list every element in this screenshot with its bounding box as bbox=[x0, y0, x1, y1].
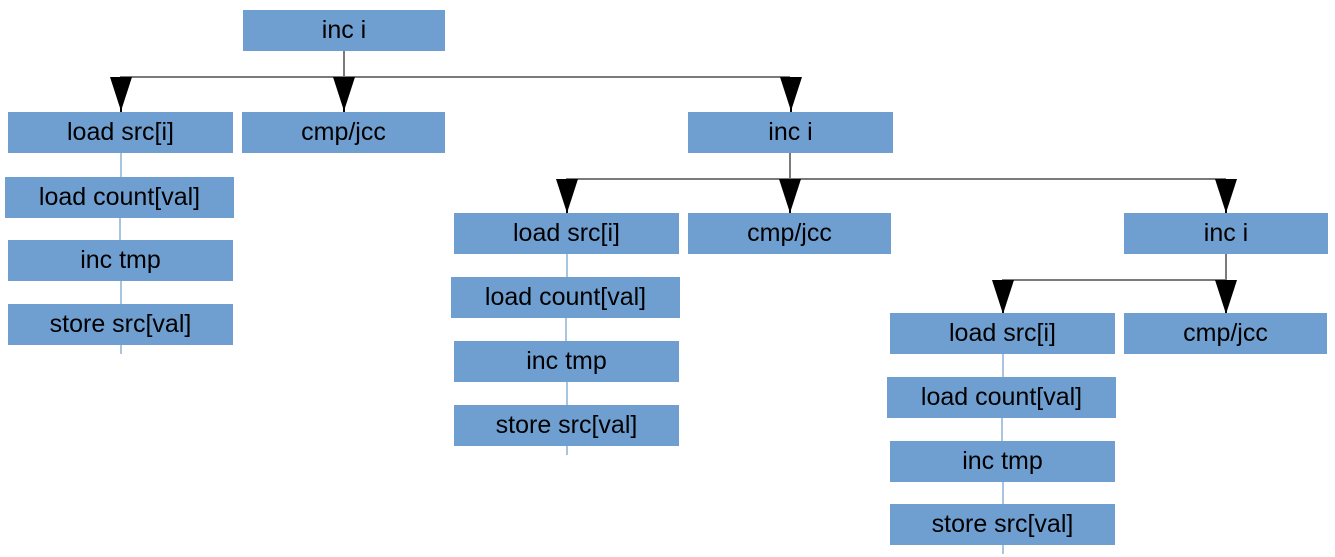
node-label: store src[val] bbox=[495, 411, 638, 439]
node-cmp-jcc[interactable]: cmp/jcc bbox=[242, 112, 445, 153]
node-store-src-val[interactable]: store src[val] bbox=[454, 405, 679, 446]
node-load-src-i[interactable]: load src[i] bbox=[454, 213, 679, 254]
node-label: inc tmp bbox=[526, 347, 607, 375]
node-store-src-val[interactable]: store src[val] bbox=[8, 304, 233, 345]
node-inc-tmp[interactable]: inc tmp bbox=[8, 240, 233, 281]
node-inc-tmp[interactable]: inc tmp bbox=[454, 341, 679, 382]
node-label: store src[val] bbox=[49, 310, 192, 338]
node-inc-i[interactable]: inc i bbox=[1124, 213, 1328, 254]
node-load-src-i[interactable]: load src[i] bbox=[890, 313, 1115, 354]
node-label: load count[val] bbox=[38, 183, 201, 211]
node-label: cmp/jcc bbox=[1183, 319, 1268, 347]
node-label: inc tmp bbox=[80, 246, 161, 274]
node-label: cmp/jcc bbox=[301, 118, 386, 146]
node-inc-tmp[interactable]: inc tmp bbox=[890, 441, 1115, 482]
unrolled-loop-tree-diagram: inc i load src[i] load count[val] inc tmp st… bbox=[0, 0, 1335, 557]
branch-edge-group bbox=[992, 254, 1237, 315]
node-inc-i[interactable]: inc i bbox=[688, 112, 893, 153]
node-load-count-val[interactable]: load count[val] bbox=[5, 177, 234, 218]
node-cmp-jcc[interactable]: cmp/jcc bbox=[1124, 313, 1327, 354]
node-inc-i[interactable]: inc i bbox=[243, 10, 445, 51]
node-label: inc i bbox=[768, 118, 813, 146]
node-label: store src[val] bbox=[931, 510, 1074, 538]
node-label: load src[i] bbox=[513, 219, 620, 247]
node-cmp-jcc[interactable]: cmp/jcc bbox=[688, 213, 891, 254]
node-label: inc tmp bbox=[962, 447, 1043, 475]
node-label: load src[i] bbox=[949, 319, 1056, 347]
node-label: load src[i] bbox=[67, 118, 174, 146]
node-label: load count[val] bbox=[484, 283, 647, 311]
branch-edge-group bbox=[556, 153, 1237, 215]
branch-edge-group bbox=[110, 51, 802, 114]
node-label: inc i bbox=[321, 16, 367, 44]
node-label: inc i bbox=[1203, 219, 1249, 247]
node-load-src-i[interactable]: load src[i] bbox=[8, 112, 233, 153]
node-load-count-val[interactable]: load count[val] bbox=[887, 377, 1116, 418]
node-store-src-val[interactable]: store src[val] bbox=[890, 504, 1115, 545]
node-label: load count[val] bbox=[920, 383, 1083, 411]
node-load-count-val[interactable]: load count[val] bbox=[451, 277, 680, 318]
node-label: cmp/jcc bbox=[747, 219, 832, 247]
